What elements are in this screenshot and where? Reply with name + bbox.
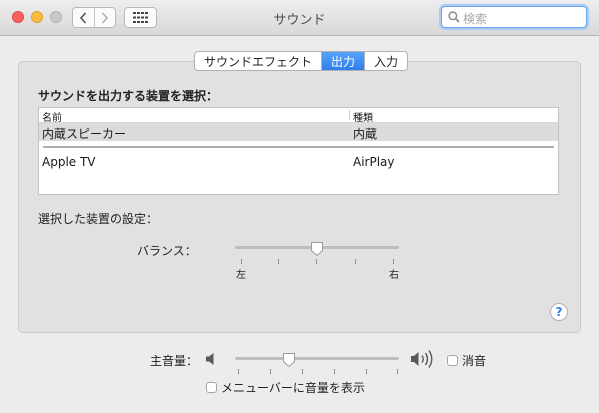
balance-tick: [241, 259, 242, 264]
tab-sound-effects[interactable]: サウンドエフェクト: [195, 52, 321, 70]
mute-label: 消音: [462, 354, 487, 368]
balance-tick: [278, 259, 279, 264]
help-icon: ?: [555, 305, 563, 319]
volume-tick: [238, 369, 239, 374]
table-row[interactable]: Apple TV AirPlay: [39, 153, 558, 171]
title-bar: サウンド 検索: [0, 0, 599, 36]
tab-output[interactable]: 出力: [322, 52, 365, 70]
column-header-type[interactable]: 種類: [353, 109, 373, 124]
volume-tick: [397, 369, 398, 374]
tab-bar: サウンドエフェクト 出力 入力: [194, 51, 409, 71]
volume-tick: [334, 369, 335, 374]
table-header: 名前 種類: [39, 108, 558, 124]
help-button[interactable]: ?: [550, 303, 568, 321]
device-settings-label: 選択した装置の設定：: [38, 212, 159, 226]
device-type: AirPlay: [353, 155, 395, 169]
volume-tick: [270, 369, 271, 374]
device-name: Apple TV: [42, 155, 96, 169]
volume-tick: [366, 369, 367, 374]
device-type: 内蔵: [353, 127, 378, 141]
device-name: 内蔵スピーカー: [42, 127, 127, 141]
volume-label: 主音量：: [150, 354, 199, 368]
output-heading: サウンドを出力する装置を選択：: [38, 89, 219, 103]
table-row[interactable]: 内蔵スピーカー 内蔵: [39, 123, 558, 141]
menubar-volume-checkbox[interactable]: [206, 382, 217, 393]
balance-right-label: 右: [389, 270, 399, 281]
volume-tick: [302, 369, 303, 374]
device-table: 名前 種類 内蔵スピーカー 内蔵 Apple TV AirPlay: [38, 107, 559, 195]
speaker-high-icon: [411, 350, 433, 368]
search-field[interactable]: 検索: [441, 6, 587, 28]
column-header-name[interactable]: 名前: [42, 109, 62, 124]
row-divider: [43, 146, 554, 148]
balance-knob[interactable]: [310, 241, 324, 257]
volume-knob[interactable]: [282, 352, 296, 368]
menubar-volume-label: メニューバーに音量を表示: [221, 381, 365, 395]
balance-tick: [316, 259, 317, 264]
volume-track[interactable]: [235, 357, 399, 360]
balance-left-label: 左: [236, 270, 246, 281]
balance-tick: [393, 259, 394, 264]
tab-input[interactable]: 入力: [365, 52, 407, 70]
mute-checkbox[interactable]: [447, 355, 458, 366]
balance-tick: [355, 259, 356, 264]
search-placeholder: 検索: [463, 12, 488, 26]
search-icon: [448, 11, 460, 23]
balance-label: バランス：: [137, 244, 197, 258]
speaker-low-icon: [206, 353, 214, 365]
